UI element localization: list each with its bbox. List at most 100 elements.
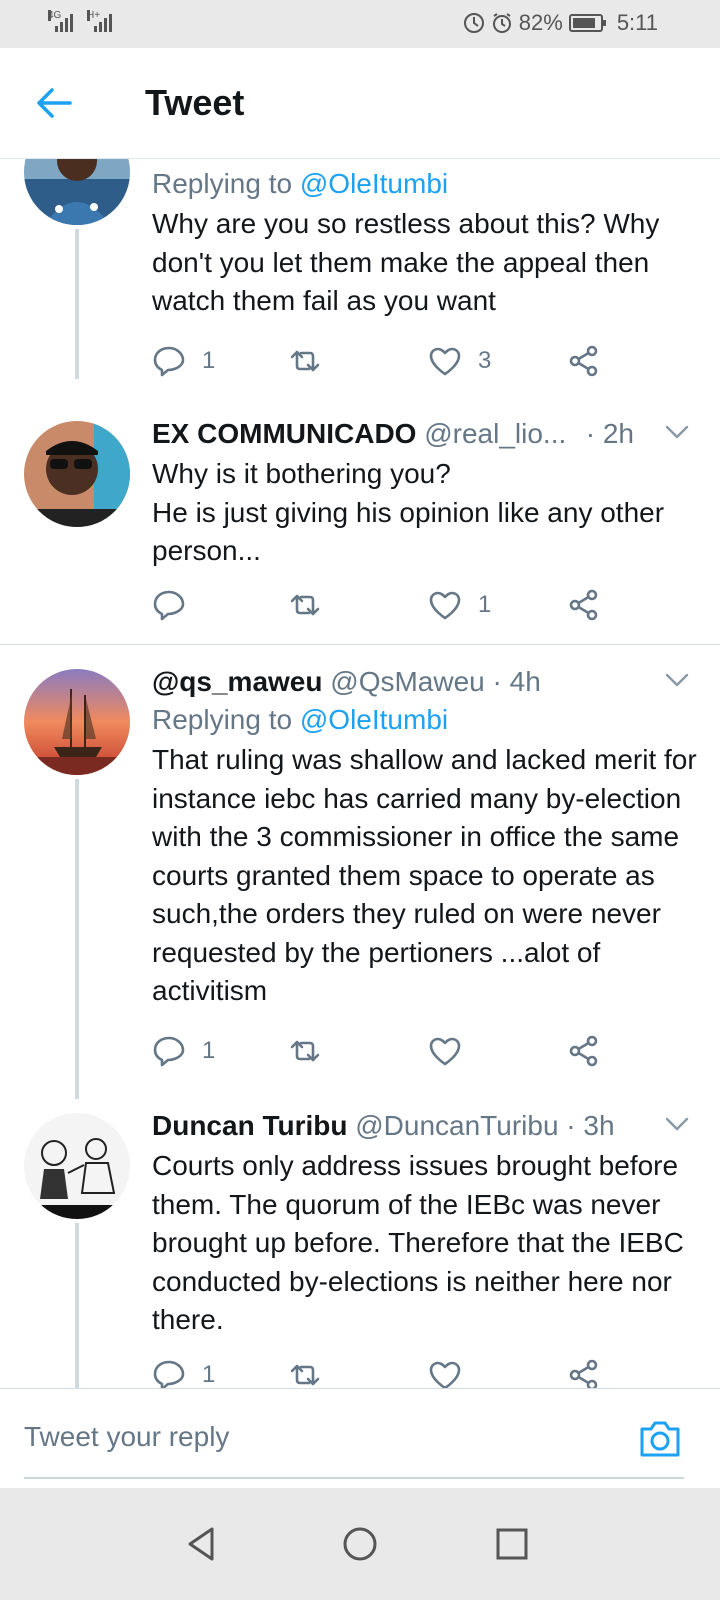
author-handle[interactable]: @DuncanTuribu [355,1110,558,1141]
mention-link[interactable]: @OleItumbi [300,168,448,199]
replying-to: Replying to @OleItumbi [152,165,698,203]
reply-button[interactable]: 1 [152,341,215,381]
author-name[interactable]: Duncan Turibu [152,1110,347,1141]
chevron-down-icon[interactable] [664,667,690,693]
camera-icon[interactable] [638,1417,682,1459]
author-line: @qs_maweu @QsMaweu · 4h [152,663,698,701]
reply-underline [24,1477,684,1479]
heart-icon [429,347,461,376]
tweet-content: Replying to @OleItumbi Why are you so re… [152,165,698,321]
replying-to: Replying to @OleItumbi [152,701,698,739]
app-header: Tweet [0,48,720,159]
share-icon [569,589,598,621]
tweet-2[interactable]: @qs_maweu @QsMaweu · 4h Replying to @Ole… [0,666,720,1099]
like-button[interactable] [428,1031,478,1071]
tweet-text: That ruling was shallow and lacked merit… [152,744,697,1006]
clock: 5:11 [616,10,658,35]
retweet-button[interactable] [288,1031,338,1071]
alarm-icon [492,13,511,33]
like-count: 1 [478,591,492,618]
tweet-time: · 2h [585,418,634,449]
tweet-feed[interactable]: Replying to @OleItumbi Why are you so re… [0,159,720,1388]
reply-button[interactable]: 1 [152,1031,215,1071]
network-type-1: 4G [48,10,62,21]
author-handle[interactable]: @real_lio... [424,418,566,449]
avatar[interactable] [24,669,130,775]
tweet-text: Why are you so restless about this? Why … [152,208,660,316]
speech-bubble-icon [153,590,185,621]
speech-bubble-icon [153,1360,185,1388]
share-button[interactable] [567,1355,601,1388]
reply-count: 1 [202,1037,216,1064]
reply-composer [0,1388,720,1489]
author-line: Duncan Turibu @DuncanTuribu · 3h [152,1107,698,1145]
share-button[interactable] [567,585,601,625]
divider [0,644,720,645]
thread-line [75,1223,79,1388]
retweet-button[interactable] [288,1355,338,1388]
battery-percent: 82% [518,10,563,35]
author-handle[interactable]: @QsMaweu [330,666,484,697]
speech-bubble-icon [153,346,185,377]
share-icon [569,1359,598,1388]
like-button[interactable]: 3 [428,341,491,381]
share-button[interactable] [567,1031,601,1071]
tweet-actions: 1 [152,1031,622,1071]
retweet-button[interactable] [288,341,338,381]
signal-icon-1: 4G [48,10,73,32]
retweet-icon [290,350,320,372]
retweet-button[interactable] [288,585,338,625]
reply-count: 1 [202,1361,216,1388]
arrow-left-icon[interactable] [34,86,74,120]
heart-icon [429,1361,461,1388]
heart-icon [429,1037,461,1066]
retweet-icon [290,1364,320,1386]
system-nav-bar [0,1488,720,1600]
tweet-actions: 1 [152,1355,622,1388]
reply-button[interactable] [152,585,202,625]
avatar[interactable] [24,421,130,527]
tweet-1[interactable]: EX COMMUNICADO @real_lio... · 2h Why is … [0,418,720,643]
status-bar: 4G H+ 82% 5:11 [0,0,720,48]
tweet-3[interactable]: Duncan Turibu @DuncanTuribu · 3h Courts … [0,1110,720,1388]
reply-input[interactable] [24,1407,584,1467]
tweet-actions: 1 3 [152,341,622,381]
tweet-0[interactable]: Replying to @OleItumbi Why are you so re… [0,159,720,419]
like-button[interactable] [428,1355,478,1388]
tweet-time: · 4h [492,666,541,697]
like-button[interactable]: 1 [428,585,491,625]
mention-link[interactable]: @OleItumbi [300,704,448,735]
page-title: Tweet [145,82,245,123]
status-right: 82% 5:11 [463,10,658,36]
chevron-down-icon[interactable] [664,419,690,445]
data-saver-icon [463,13,484,33]
avatar[interactable] [24,1113,130,1219]
replying-prefix: Replying to [152,704,293,735]
share-icon [569,1035,598,1067]
tweet-time: · 3h [566,1110,615,1141]
share-button[interactable] [567,341,601,381]
tweet-content: Duncan Turibu @DuncanTuribu · 3h Courts … [152,1107,698,1340]
signal-icon-2: H+ [87,10,112,32]
recents-square-icon[interactable] [492,1524,532,1564]
author-name[interactable]: @qs_maweu [152,666,322,697]
share-icon [569,345,598,377]
tweet-text: Why is it bothering you? He is just givi… [152,458,665,566]
like-count: 3 [478,347,492,374]
avatar-image [24,1113,130,1219]
speech-bubble-icon [153,1036,185,1067]
home-circle-icon[interactable] [340,1524,380,1564]
author-name[interactable]: EX COMMUNICADO [152,418,416,449]
retweet-icon [290,594,320,616]
back-triangle-icon[interactable] [182,1524,222,1564]
tweet-content: EX COMMUNICADO @real_lio... · 2h Why is … [152,415,698,571]
author-line: EX COMMUNICADO @real_lio... · 2h [152,415,698,453]
reply-button[interactable]: 1 [152,1355,215,1388]
avatar[interactable] [24,159,130,225]
thread-line [75,779,79,1099]
tweet-text: Courts only address issues brought befor… [152,1150,684,1335]
battery-icon [568,14,606,32]
avatar-image [24,421,130,527]
thread-line [75,229,79,379]
chevron-down-icon[interactable] [664,1111,690,1137]
